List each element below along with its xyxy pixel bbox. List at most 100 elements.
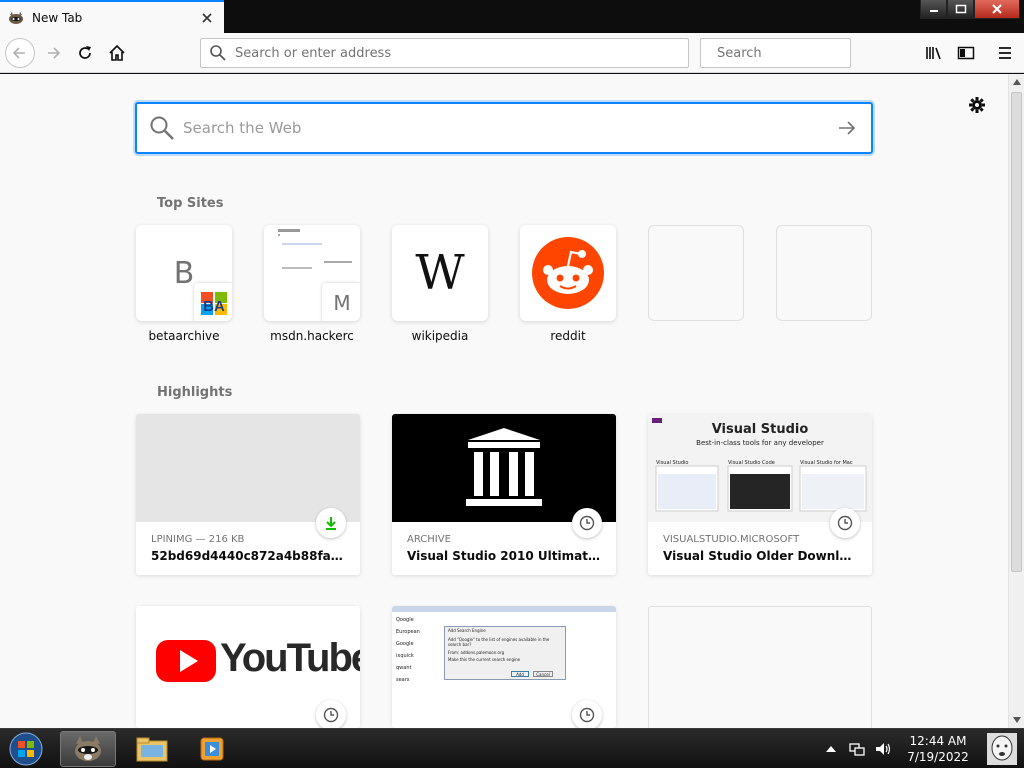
top-site-label: msdn.hackerc	[270, 329, 354, 343]
top-site-empty	[648, 225, 744, 321]
search-input[interactable]	[717, 45, 887, 61]
raccoon-icon	[9, 12, 23, 24]
user-avatar[interactable]	[980, 729, 1024, 768]
reload-button[interactable]	[70, 38, 100, 68]
network-icon[interactable]	[848, 741, 866, 757]
card-thumbnail: YouTube	[136, 606, 360, 714]
top-site-label: wikipedia	[411, 329, 469, 343]
menu-icon	[999, 47, 1011, 59]
highlight-card[interactable]: Qoogle European Google ixquick qwant sea…	[392, 606, 616, 728]
clock-icon[interactable]	[316, 700, 346, 728]
thumb-dialog-cancel: Cancel	[533, 671, 553, 677]
web-search-input[interactable]	[183, 119, 837, 137]
tab-title: New Tab	[32, 11, 83, 25]
thumb-dialog-title: Add Search Engine	[448, 628, 486, 633]
clock-icon[interactable]	[830, 508, 860, 538]
highlight-card[interactable]: ARCHIVE Visual Studio 2010 Ultimate (Eng…	[392, 414, 616, 575]
sidebar-button[interactable]	[951, 38, 981, 68]
folder-icon	[136, 737, 168, 762]
url-bar[interactable]	[200, 38, 689, 68]
card-title: Visual Studio 2010 Ultimate (Eng...	[407, 549, 601, 563]
top-site-empty	[776, 225, 872, 321]
clock-icon[interactable]	[572, 508, 602, 538]
clock-glyph	[579, 515, 595, 531]
download-icon[interactable]	[316, 508, 346, 538]
svg-text:BA: BA	[203, 298, 225, 315]
top-site-betaarchive[interactable]: B BA betaarchive	[136, 225, 232, 343]
url-input[interactable]	[235, 45, 688, 61]
clock-glyph	[579, 707, 595, 723]
library-button[interactable]	[919, 38, 949, 68]
top-site-wikipedia[interactable]: W wikipedia	[392, 225, 488, 343]
new-tab-page: Top Sites B BA betaarchive	[0, 74, 1008, 728]
scroll-down-icon[interactable]	[1012, 716, 1022, 724]
taskbar-browser[interactable]	[60, 731, 116, 767]
archive-logo-icon	[466, 428, 542, 506]
top-site-msdn-hackerc[interactable]: M msdn.hackerc	[264, 225, 360, 343]
top-site-tile[interactable]: B BA	[136, 225, 232, 321]
card-source: LPINIMG — 216 KB	[151, 534, 245, 545]
scroll-up-icon[interactable]	[1012, 78, 1022, 86]
visual-studio-screens	[652, 418, 867, 512]
navigation-toolbar	[0, 33, 1024, 73]
maximize-button[interactable]	[947, 0, 974, 19]
show-hidden-icons-icon[interactable]	[824, 742, 838, 756]
close-window-button[interactable]	[974, 0, 1020, 19]
top-site-label: betaarchive	[148, 329, 220, 343]
betaarchive-logo-icon: BA	[194, 283, 232, 321]
card-title: Visual Studio Older Downloads - ...	[663, 549, 857, 563]
taskbar-explorer[interactable]	[124, 731, 180, 767]
search-icon	[150, 116, 174, 140]
volume-icon[interactable]	[874, 741, 892, 757]
clock-date: 7/19/2022	[907, 750, 969, 764]
top-site-placeholder	[648, 225, 744, 321]
web-search-box[interactable]	[135, 102, 873, 154]
top-site-tile[interactable]: M	[264, 225, 360, 321]
back-button[interactable]	[5, 38, 35, 68]
window-controls	[920, 0, 1020, 19]
forward-button[interactable]	[38, 38, 68, 68]
highlight-placeholder	[648, 606, 872, 728]
clock[interactable]: 12:44 AM 7/19/2022	[904, 733, 972, 765]
minimize-button[interactable]	[920, 0, 947, 19]
highlight-card[interactable]: LPINIMG — 216 KB 52bd69d4440c872a4b88faa…	[136, 414, 360, 575]
back-icon	[12, 47, 25, 59]
card-title: 52bd69d4440c872a4b88faac6b...	[151, 549, 345, 563]
clock-time: 12:44 AM	[909, 734, 967, 748]
reload-icon	[79, 46, 91, 59]
top-site-placeholder	[776, 225, 872, 321]
top-site-tile[interactable]: W	[392, 225, 488, 321]
highlight-card[interactable]: YouTube	[136, 606, 360, 728]
thumb-dialog-add: Add	[511, 671, 529, 677]
forward-icon	[48, 47, 61, 59]
sidebar-icon	[957, 46, 975, 60]
thumb-item: Visual Studio	[656, 460, 689, 466]
top-site-reddit[interactable]: reddit	[520, 225, 616, 343]
start-button-icon[interactable]	[6, 731, 46, 767]
system-tray: 12:44 AM 7/19/2022	[824, 729, 972, 768]
wikipedia-logo-icon: W	[415, 245, 465, 301]
search-bar[interactable]	[700, 38, 887, 68]
card-thumbnail: Visual Studio Best-in-class tools for an…	[648, 414, 872, 522]
taskbar: 12:44 AM 7/19/2022	[0, 728, 1024, 768]
top-site-tile[interactable]	[520, 225, 616, 321]
arrow-right-icon[interactable]	[837, 120, 857, 136]
home-button[interactable]	[102, 38, 132, 68]
media-player-icon	[200, 737, 224, 761]
thumb-dialog-from: From: addons.palemoon.org	[448, 650, 505, 655]
menu-button[interactable]	[990, 38, 1020, 68]
clock-icon[interactable]	[572, 700, 602, 728]
close-tab-icon[interactable]	[200, 11, 214, 25]
site-letter: M	[322, 283, 360, 321]
taskbar-media-player[interactable]	[184, 731, 240, 767]
highlight-card[interactable]: Visual Studio Best-in-class tools for an…	[648, 414, 872, 575]
top-site-label: reddit	[550, 329, 586, 343]
scrollbar-thumb[interactable]	[1011, 92, 1022, 572]
thumb-tabbar	[392, 606, 616, 612]
close-icon	[992, 4, 1002, 14]
download-glyph	[326, 517, 336, 530]
gear-icon[interactable]	[967, 95, 987, 115]
tab-new-tab[interactable]: New Tab	[0, 0, 224, 34]
reddit-logo-icon	[532, 237, 604, 309]
vertical-scrollbar[interactable]	[1008, 74, 1024, 728]
